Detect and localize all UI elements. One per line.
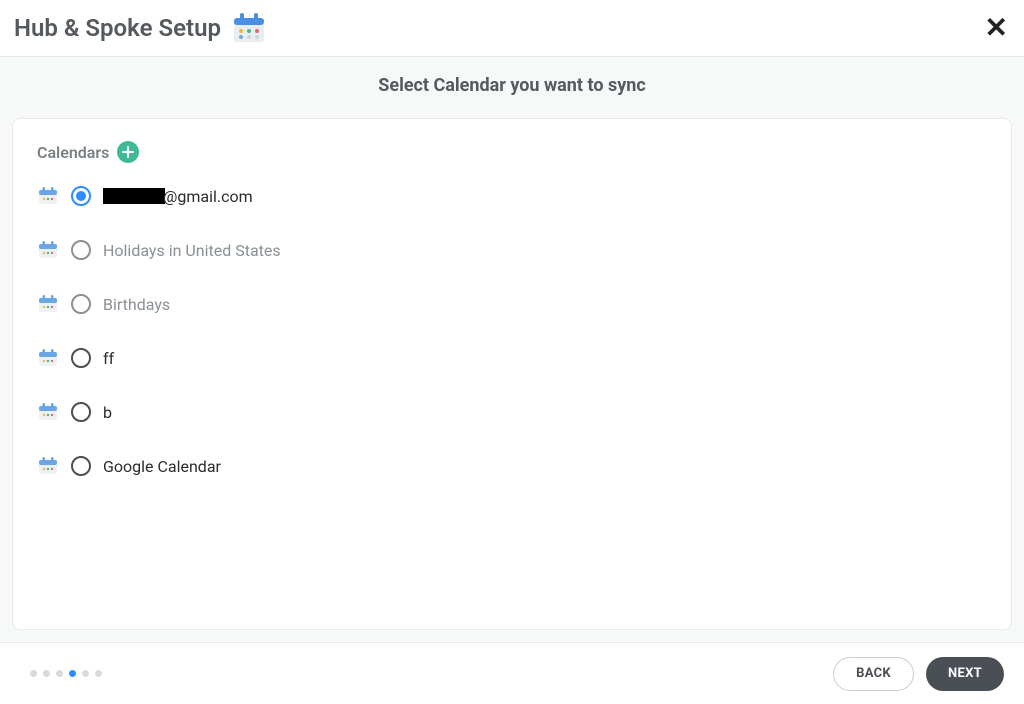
calendar-row: Holidays in United States: [37, 239, 987, 261]
back-button[interactable]: BACK: [833, 657, 914, 691]
progress-dot: [43, 670, 50, 677]
close-icon[interactable]: ✕: [983, 14, 1010, 42]
calendar-name: Birthdays: [103, 295, 170, 314]
calendar-icon: [37, 455, 59, 477]
progress-dot: [30, 670, 37, 677]
footer: BACK NEXT: [0, 642, 1024, 704]
calendar-name: ff: [103, 349, 114, 368]
progress-dot: [69, 670, 76, 677]
subheader: Select Calendar you want to sync: [0, 56, 1024, 108]
progress-dot: [56, 670, 63, 677]
calendar-row[interactable]: ff: [37, 347, 987, 369]
calendar-row: Birthdays: [37, 293, 987, 315]
calendars-label: Calendars: [37, 143, 109, 162]
calendar-name: @gmail.com: [103, 187, 253, 206]
calendar-name: b: [103, 403, 112, 422]
calendar-name: Holidays in United States: [103, 241, 281, 260]
calendar-name: Google Calendar: [103, 457, 221, 476]
calendar-icon: [37, 401, 59, 423]
modal-header: Hub & Spoke Setup ✕: [0, 0, 1024, 56]
next-button[interactable]: NEXT: [926, 657, 1004, 691]
calendar-icon: [37, 239, 59, 261]
progress-dot: [82, 670, 89, 677]
calendar-radio[interactable]: [71, 402, 91, 422]
calendar-radio[interactable]: [71, 348, 91, 368]
calendar-radio[interactable]: [71, 456, 91, 476]
calendar-row[interactable]: b: [37, 401, 987, 423]
progress-dot: [95, 670, 102, 677]
progress-dots: [30, 670, 102, 677]
calendar-radio[interactable]: [71, 186, 91, 206]
calendar-radio: [71, 294, 91, 314]
redacted-text: [103, 188, 165, 204]
calendar-icon: [37, 347, 59, 369]
page-title: Hub & Spoke Setup: [14, 14, 221, 42]
calendar-radio: [71, 240, 91, 260]
calendar-icon: [37, 293, 59, 315]
calendar-select-card: Calendars @gmail.com Holidays in United S…: [12, 118, 1012, 630]
add-calendar-button[interactable]: [117, 141, 139, 163]
calendar-icon: [37, 185, 59, 207]
calendar-row[interactable]: Google Calendar: [37, 455, 987, 477]
subtitle: Select Calendar you want to sync: [12, 75, 1012, 96]
calendar-icon: [231, 10, 267, 46]
calendar-row[interactable]: @gmail.com: [37, 185, 987, 207]
